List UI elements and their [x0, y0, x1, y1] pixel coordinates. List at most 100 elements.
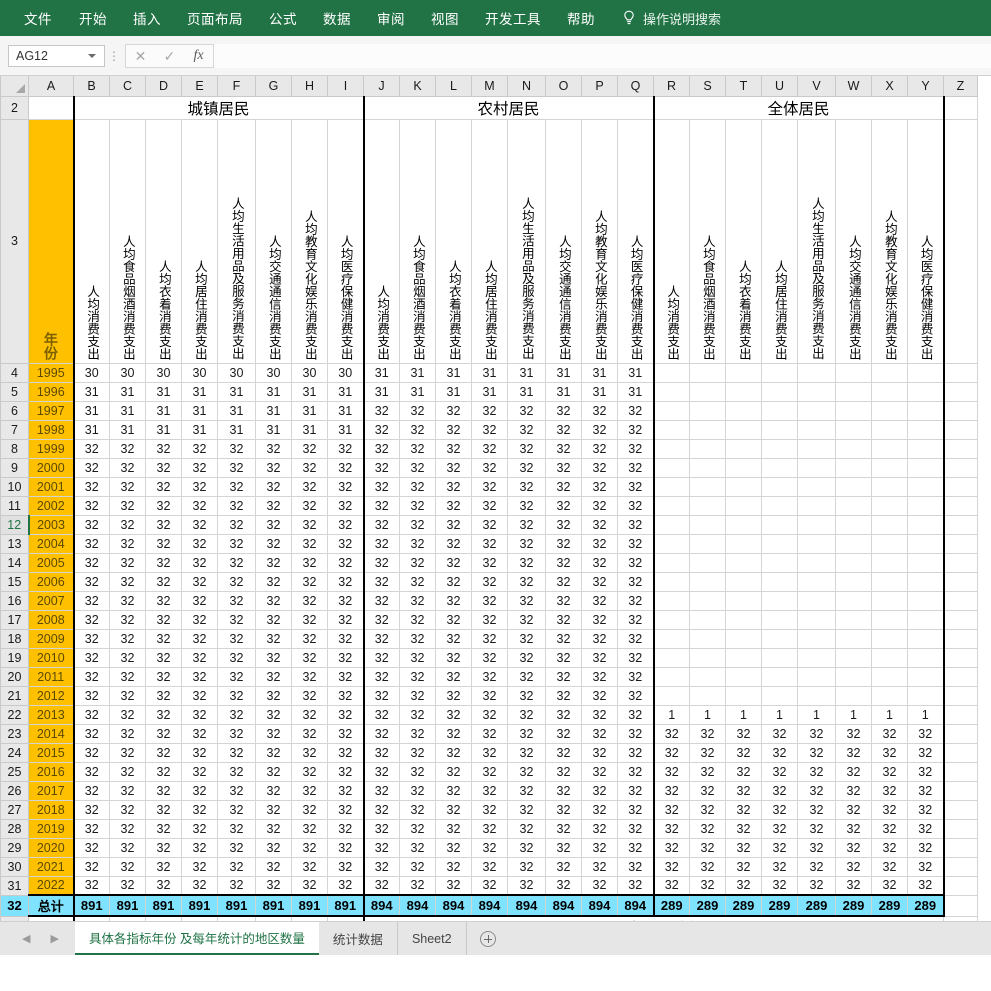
cell-year[interactable]: 2019 [28, 818, 74, 839]
cell-rural-3[interactable]: 32 [435, 837, 472, 858]
cell-z14[interactable] [943, 552, 978, 573]
cell-all-8[interactable]: 32 [907, 875, 945, 896]
cell-rural-8[interactable]: 32 [617, 761, 655, 782]
cell-urban-2[interactable]: 32 [109, 628, 146, 649]
group-title-urban[interactable]: 城镇居民 [72, 95, 365, 120]
cell-all-2[interactable] [689, 400, 726, 421]
row-header-3[interactable]: 3 [0, 118, 29, 364]
cell-year[interactable]: 2007 [28, 590, 74, 611]
cell-urban-6[interactable]: 31 [255, 381, 292, 402]
cell-all-7[interactable]: 32 [871, 875, 908, 896]
cell-urban-5[interactable]: 32 [217, 552, 256, 573]
cell-rural-6[interactable]: 32 [545, 818, 582, 839]
column-header-h[interactable]: H [291, 76, 328, 97]
cell-z20[interactable] [943, 666, 978, 687]
cell-rural-8[interactable]: 31 [617, 362, 655, 383]
cell-urban-7[interactable]: 32 [291, 514, 328, 535]
total-rural-2[interactable]: 894 [399, 894, 436, 917]
cell-urban-2[interactable]: 32 [109, 685, 146, 706]
cell-rural-1[interactable]: 32 [362, 609, 400, 630]
cell-urban-1[interactable]: 32 [72, 761, 110, 782]
cell-rural-7[interactable]: 32 [581, 628, 618, 649]
indicator-header-rural-5[interactable]: 人均生活用品及服务消费支出 [507, 118, 546, 364]
cell-all-1[interactable]: 32 [652, 723, 690, 744]
cell-rural-8[interactable]: 32 [617, 742, 655, 763]
cell-all-3[interactable] [725, 438, 762, 459]
cell-rural-2[interactable]: 32 [399, 571, 436, 592]
cell-rural-8[interactable]: 31 [617, 381, 655, 402]
total-all-3[interactable]: 289 [725, 894, 762, 917]
cell-all-8[interactable]: 32 [907, 742, 945, 763]
cell-rural-4[interactable]: 32 [471, 647, 508, 668]
cell-urban-8[interactable]: 32 [327, 552, 365, 573]
cell-urban-8[interactable]: 32 [327, 761, 365, 782]
cell-rural-2[interactable]: 32 [399, 457, 436, 478]
cell-all-2[interactable]: 32 [689, 799, 726, 820]
cell-all-5[interactable]: 32 [797, 875, 836, 896]
cell-all-3[interactable] [725, 476, 762, 497]
cell-urban-1[interactable]: 32 [72, 590, 110, 611]
cell-all-1[interactable] [652, 533, 690, 554]
cell-all-2[interactable] [689, 571, 726, 592]
cell-rural-3[interactable]: 32 [435, 704, 472, 725]
cell-rural-6[interactable]: 32 [545, 856, 582, 877]
cell-urban-1[interactable]: 32 [72, 647, 110, 668]
cell-all-1[interactable] [652, 400, 690, 421]
column-header-m[interactable]: M [471, 76, 508, 97]
cell-urban-5[interactable]: 32 [217, 818, 256, 839]
indicator-header-all-8[interactable]: 人均医疗保健消费支出 [907, 118, 945, 364]
cell-urban-8[interactable]: 32 [327, 666, 365, 687]
row-header-10[interactable]: 10 [0, 476, 29, 497]
cell-urban-7[interactable]: 32 [291, 476, 328, 497]
cell-all-2[interactable]: 32 [689, 856, 726, 877]
cell-urban-4[interactable]: 32 [181, 780, 218, 801]
cell-rural-2[interactable]: 31 [399, 362, 436, 383]
cell-all-5[interactable]: 32 [797, 742, 836, 763]
cell-all-6[interactable] [835, 419, 872, 440]
cell-urban-3[interactable]: 32 [145, 799, 182, 820]
cell-rural-6[interactable]: 32 [545, 666, 582, 687]
cell-all-2[interactable]: 32 [689, 742, 726, 763]
cell-all-5[interactable] [797, 419, 836, 440]
cell-all-4[interactable]: 32 [761, 780, 798, 801]
cell-all-3[interactable]: 32 [725, 818, 762, 839]
cell-z7[interactable] [943, 419, 978, 440]
cell-all-6[interactable] [835, 552, 872, 573]
cell-rural-6[interactable]: 31 [545, 381, 582, 402]
cell-all-5[interactable] [797, 457, 836, 478]
cell-urban-7[interactable]: 31 [291, 400, 328, 421]
cell-all-3[interactable] [725, 571, 762, 592]
cell-rural-5[interactable]: 32 [507, 419, 546, 440]
cell-urban-6[interactable]: 32 [255, 457, 292, 478]
cell-all-8[interactable] [907, 609, 945, 630]
cell-rural-7[interactable]: 32 [581, 780, 618, 801]
cell-all-4[interactable] [761, 666, 798, 687]
total-rural-8[interactable]: 894 [617, 894, 655, 917]
cell-z12[interactable] [943, 514, 978, 535]
cell-rural-6[interactable]: 31 [545, 362, 582, 383]
cell-year[interactable]: 2002 [28, 495, 74, 516]
cell-all-6[interactable] [835, 438, 872, 459]
cell-rural-1[interactable]: 32 [362, 666, 400, 687]
cell-rural-8[interactable]: 32 [617, 647, 655, 668]
cell-rural-2[interactable]: 32 [399, 476, 436, 497]
column-header-o[interactable]: O [545, 76, 582, 97]
cell-urban-2[interactable]: 31 [109, 419, 146, 440]
cell-urban-3[interactable]: 32 [145, 457, 182, 478]
cell-rural-3[interactable]: 31 [435, 381, 472, 402]
cell-urban-4[interactable]: 32 [181, 875, 218, 896]
cell-all-3[interactable] [725, 514, 762, 535]
cell-all-7[interactable]: 32 [871, 742, 908, 763]
row-header-7[interactable]: 7 [0, 419, 29, 440]
cell-urban-1[interactable]: 32 [72, 818, 110, 839]
cell-all-1[interactable] [652, 514, 690, 535]
column-header-y[interactable]: Y [907, 76, 944, 97]
cell-rural-8[interactable]: 32 [617, 419, 655, 440]
cell-urban-3[interactable]: 32 [145, 742, 182, 763]
cell-z28[interactable] [943, 818, 978, 839]
cell-urban-7[interactable]: 32 [291, 685, 328, 706]
cell-all-6[interactable]: 32 [835, 875, 872, 896]
cell-year[interactable]: 1997 [28, 400, 74, 421]
row-header-22[interactable]: 22 [0, 704, 29, 725]
cell-rural-2[interactable]: 32 [399, 723, 436, 744]
